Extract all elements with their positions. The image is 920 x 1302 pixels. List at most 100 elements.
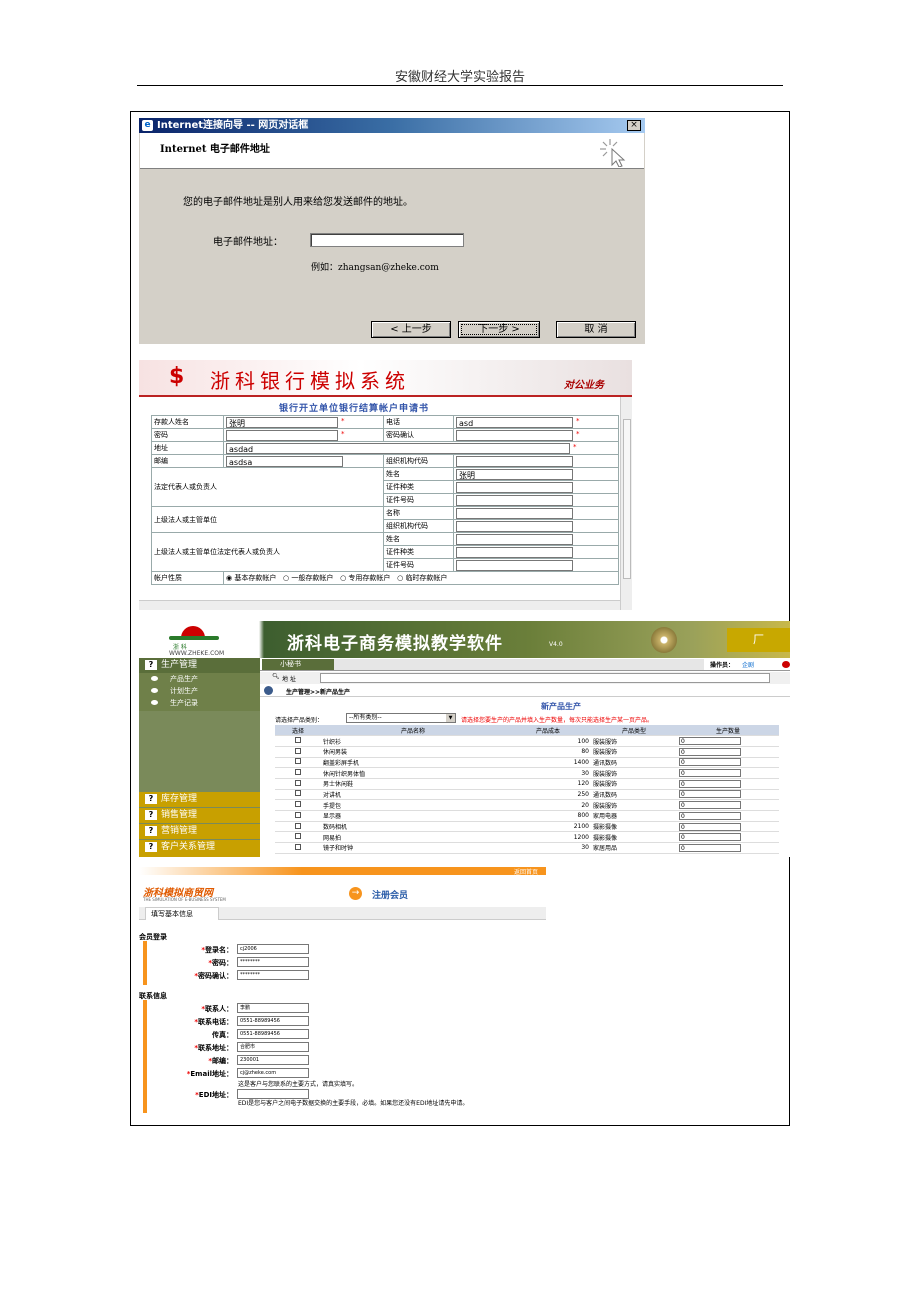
qty-cell: 0 bbox=[677, 799, 779, 811]
qty-input[interactable]: 0 bbox=[679, 779, 741, 788]
product-name: 网易拍 bbox=[321, 831, 505, 844]
phone-input[interactable]: 0551-88989456 bbox=[237, 1016, 309, 1026]
right-tab[interactable]: 厂 bbox=[727, 628, 790, 652]
product-cost: 2100 bbox=[505, 821, 591, 833]
email-input[interactable] bbox=[310, 233, 464, 247]
org-code-input[interactable] bbox=[456, 455, 573, 467]
vertical-scrollbar[interactable] bbox=[620, 397, 632, 610]
legal-id-type-input[interactable] bbox=[456, 481, 573, 493]
address-cell: asdad * bbox=[223, 441, 619, 455]
register-logo-sub: THE SIMULATION OF E-BUSINESS SYSTEM bbox=[143, 897, 226, 902]
table-row: 数码相机 2100 摄影摄像 0 bbox=[275, 821, 779, 833]
back-button[interactable]: < 上一步 bbox=[371, 321, 451, 338]
password-confirm-input[interactable] bbox=[456, 429, 573, 441]
row-checkbox[interactable] bbox=[295, 811, 301, 818]
row-checkbox[interactable] bbox=[295, 758, 301, 765]
row-checkbox[interactable] bbox=[295, 747, 301, 754]
qty-input[interactable]: 0 bbox=[679, 758, 741, 767]
address-input[interactable] bbox=[320, 673, 770, 683]
password-input[interactable] bbox=[226, 429, 338, 441]
password-confirm-label: *密码确认： bbox=[194, 972, 233, 980]
legal-name-input[interactable]: 张明 bbox=[456, 468, 573, 480]
postcode-label: 邮编 bbox=[151, 454, 224, 468]
postcode-input[interactable]: asdsa bbox=[226, 455, 343, 467]
radio-basic[interactable]: ◉ 基本存款帐户 bbox=[226, 574, 276, 582]
menu-sales[interactable]: ? 销售管理 bbox=[139, 808, 260, 823]
row-checkbox[interactable] bbox=[295, 801, 301, 808]
row-checkbox[interactable] bbox=[295, 843, 301, 850]
radio-temporary-label: 临时存款帐户 bbox=[405, 574, 448, 582]
password-cell: * bbox=[223, 428, 384, 442]
submenu-item-plan-production[interactable]: 计划生产 bbox=[151, 686, 198, 696]
radio-temporary[interactable]: ○ 临时存款帐户 bbox=[397, 574, 447, 582]
email-input[interactable]: cj@zheke.com bbox=[237, 1068, 309, 1078]
tab-basic-info[interactable]: 填写基本信息 bbox=[145, 907, 219, 920]
wizard-cursor-icon bbox=[600, 139, 626, 167]
password-input[interactable]: ******** bbox=[237, 957, 309, 967]
edi-input[interactable] bbox=[237, 1089, 309, 1099]
radio-special[interactable]: ○ 专用存款帐户 bbox=[340, 574, 390, 582]
address-input[interactable]: asdad bbox=[226, 442, 570, 454]
org-code-label: 组织机构代码 bbox=[383, 454, 454, 468]
dialog-header-panel: Internet 电子邮件地址 bbox=[140, 133, 644, 169]
qty-cell: 0 bbox=[677, 842, 779, 854]
close-button[interactable]: × bbox=[627, 120, 641, 131]
member-section-bar bbox=[143, 941, 147, 985]
row-checkbox[interactable] bbox=[295, 833, 301, 840]
next-button[interactable]: 下一步 > bbox=[458, 321, 540, 338]
arrow-right-icon: → bbox=[349, 887, 362, 900]
superior-rep-id-type-input[interactable] bbox=[456, 546, 573, 558]
submenu-item-product-production[interactable]: 产品生产 bbox=[151, 674, 198, 684]
qty-cell: 0 bbox=[677, 789, 779, 801]
zip-input[interactable]: 230001 bbox=[237, 1055, 309, 1065]
menu-production[interactable]: ? 生产管理 bbox=[139, 658, 260, 673]
scroll-thumb[interactable] bbox=[623, 419, 631, 579]
superior-rep-id-number-input[interactable] bbox=[456, 559, 573, 571]
row-checkbox[interactable] bbox=[295, 779, 301, 786]
legal-id-number-input[interactable] bbox=[456, 494, 573, 506]
superior-rep-name-input[interactable] bbox=[456, 533, 573, 545]
row-checkbox[interactable] bbox=[295, 790, 301, 797]
submenu-item-production-record[interactable]: 生产记录 bbox=[151, 698, 198, 708]
fax-input[interactable]: 0551-88989456 bbox=[237, 1029, 309, 1039]
contact-input[interactable]: 李鹏 bbox=[237, 1003, 309, 1013]
menu-marketing[interactable]: ? 营销管理 bbox=[139, 824, 260, 839]
qty-input[interactable]: 0 bbox=[679, 769, 741, 778]
menu-crm[interactable]: ? 客户关系管理 bbox=[139, 840, 260, 857]
qty-input[interactable]: 0 bbox=[679, 811, 741, 820]
superior-org-code-input[interactable] bbox=[456, 520, 573, 532]
qty-input[interactable]: 0 bbox=[679, 737, 741, 746]
top-right-link[interactable]: 返回首页 bbox=[514, 867, 538, 876]
qty-input[interactable]: 0 bbox=[679, 747, 741, 756]
breadcrumb: 生产管理>>新产品生产 bbox=[286, 689, 351, 696]
address-label: 地址 bbox=[151, 441, 224, 455]
stop-icon[interactable] bbox=[782, 661, 790, 668]
qty-input[interactable]: 0 bbox=[679, 822, 741, 831]
name-input[interactable]: 张明 bbox=[226, 416, 338, 428]
name-cell: 张明 * bbox=[223, 415, 384, 429]
password-confirm-input[interactable]: ******** bbox=[237, 970, 309, 980]
cancel-button[interactable]: 取 消 bbox=[556, 321, 636, 338]
superior-rep-id-type-label: 证件种类 bbox=[383, 545, 454, 559]
address-input[interactable]: 合肥市 bbox=[237, 1042, 309, 1052]
superior-name-input[interactable] bbox=[456, 507, 573, 519]
qty-input[interactable]: 0 bbox=[679, 843, 741, 852]
product-name: 针织衫 bbox=[321, 735, 505, 747]
product-name: 显示器 bbox=[321, 810, 505, 822]
phone-input[interactable]: asd bbox=[456, 416, 573, 428]
qty-input[interactable]: 0 bbox=[679, 833, 741, 842]
superior-org-code-label: 组织机构代码 bbox=[383, 519, 454, 533]
category-select[interactable]: --所有类别-- ▼ bbox=[346, 713, 456, 723]
login-input[interactable]: cj2006 bbox=[237, 944, 309, 954]
radio-general[interactable]: ○ 一般存款帐户 bbox=[283, 574, 333, 582]
horizontal-scrollbar[interactable] bbox=[139, 600, 620, 610]
dialog-description: 您的电子邮件地址是别人用来给您发送邮件的地址。 bbox=[183, 197, 413, 208]
secretary-tab[interactable]: 小秘书 bbox=[262, 659, 334, 670]
qty-input[interactable]: 0 bbox=[679, 801, 741, 810]
row-checkbox[interactable] bbox=[295, 737, 301, 744]
row-checkbox[interactable] bbox=[295, 822, 301, 829]
menu-inventory[interactable]: ? 库存管理 bbox=[139, 792, 260, 807]
qty-input[interactable]: 0 bbox=[679, 790, 741, 799]
row-checkbox[interactable] bbox=[295, 769, 301, 776]
product-name: 手提包 bbox=[321, 799, 505, 811]
